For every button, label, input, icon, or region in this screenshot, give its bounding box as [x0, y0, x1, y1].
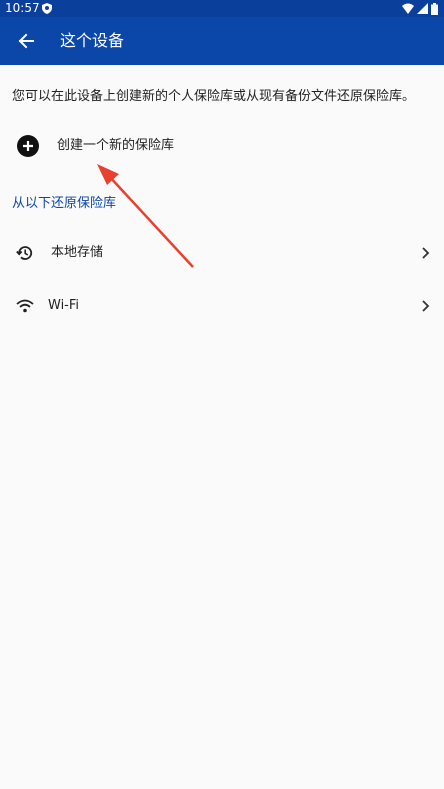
restore-local-storage-label: 本地存储: [51, 245, 104, 260]
wifi-icon: [16, 299, 34, 313]
system-icons: [402, 2, 438, 15]
shield-icon: [42, 3, 52, 14]
page-title: 这个设备: [60, 31, 125, 50]
create-vault-button[interactable]: 创建一个新的保险库: [0, 128, 444, 164]
restore-wifi-label: Wi-Fi: [48, 298, 80, 313]
annotation-arrow: [97, 164, 194, 268]
chevron-right-icon: [422, 247, 430, 259]
description-text: 您可以在此设备上创建新的个人保险库或从现有备份文件还原保险库。: [12, 89, 416, 104]
chevron-right-icon: [422, 300, 430, 312]
plus-circle-icon: [17, 135, 39, 157]
wifi-signal-icon: [402, 3, 414, 14]
back-arrow-icon[interactable]: [16, 31, 36, 51]
battery-icon: [431, 2, 438, 15]
restore-section-title: 从以下还原保险库: [12, 196, 117, 211]
cell-signal-icon: [417, 3, 428, 14]
restore-local-storage-item[interactable]: 本地存储: [0, 230, 444, 276]
history-icon: [16, 246, 33, 260]
app-bar: 这个设备: [0, 17, 444, 65]
status-bar: 10:57: [0, 0, 444, 17]
restore-wifi-item[interactable]: Wi-Fi: [0, 283, 444, 329]
status-time: 10:57: [5, 1, 40, 15]
create-vault-label: 创建一个新的保险库: [57, 138, 175, 153]
